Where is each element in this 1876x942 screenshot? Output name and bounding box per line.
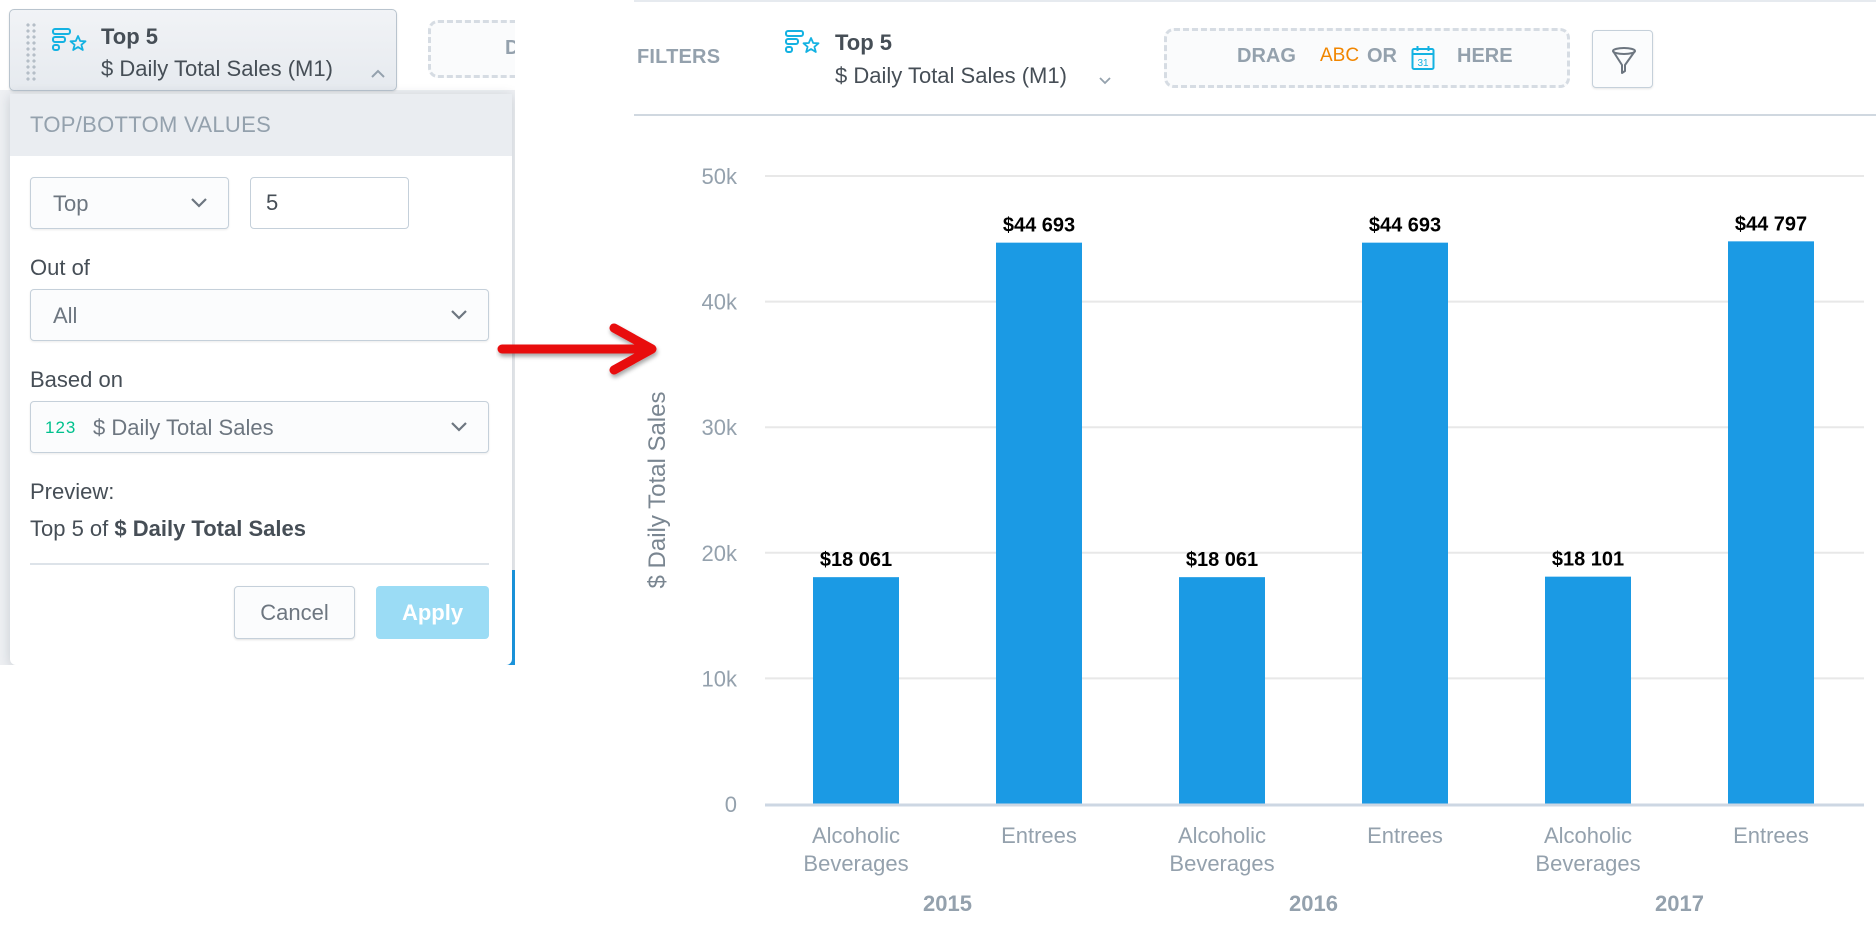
bar xyxy=(996,242,1082,805)
data-label: $18 061 xyxy=(820,549,892,571)
x-axis-labels: Alcoholic Beverages Entrees Alcoholic Bevera… xyxy=(803,823,1809,876)
bar xyxy=(1362,242,1448,805)
y-axis-title: $ Daily Total Sales xyxy=(644,392,671,589)
data-labels: $18 061 $44 693 $18 061 $44 693 $18 101 $44 7… xyxy=(820,213,1807,571)
data-label: $44 797 xyxy=(1735,213,1807,235)
bar-chart: 0 10k 20k 30k 40k 50k $18 061 $44 693 $18 061 $4… xyxy=(644,164,1864,916)
bar xyxy=(1545,576,1631,804)
x-category-label: Alcoholic xyxy=(812,823,900,848)
x-category-label: Beverages xyxy=(1169,851,1274,876)
x-category-label: Entrees xyxy=(1733,823,1809,848)
x-group-label: 2017 xyxy=(1655,891,1704,916)
x-group-label: 2016 xyxy=(1289,891,1338,916)
x-group-label: 2015 xyxy=(923,891,972,916)
group-labels: 2015 2016 2017 xyxy=(923,891,1704,916)
x-category-label: Entrees xyxy=(1367,823,1443,848)
x-category-label: Alcoholic xyxy=(1178,823,1266,848)
data-label: $18 101 xyxy=(1552,549,1624,571)
x-category-label: Alcoholic xyxy=(1544,823,1632,848)
bar xyxy=(1179,577,1265,804)
y-tick-label: 30k xyxy=(702,415,738,440)
y-tick-label: 40k xyxy=(702,290,738,315)
x-category-label: Entrees xyxy=(1001,823,1077,848)
bar xyxy=(1728,241,1814,805)
bar xyxy=(813,577,899,804)
data-label: $18 061 xyxy=(1186,549,1258,571)
y-tick-label: 20k xyxy=(702,541,738,566)
bars xyxy=(813,241,1814,805)
y-tick-label: 10k xyxy=(702,666,738,691)
y-tick-label: 0 xyxy=(725,792,737,817)
x-category-label: Beverages xyxy=(803,851,908,876)
data-label: $44 693 xyxy=(1003,215,1075,237)
x-category-label: Beverages xyxy=(1535,851,1640,876)
gridlines xyxy=(765,175,1864,680)
data-label: $44 693 xyxy=(1369,215,1441,237)
y-tick-label: 50k xyxy=(702,164,738,189)
y-axis-ticks: 0 10k 20k 30k 40k 50k xyxy=(702,164,738,817)
